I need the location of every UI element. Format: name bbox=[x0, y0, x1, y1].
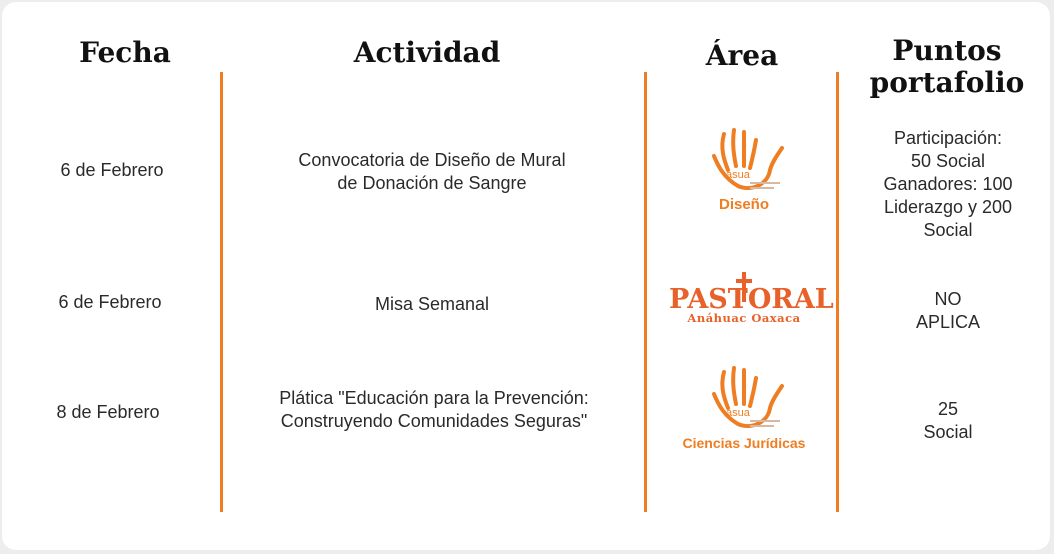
row2-puntos-line: APLICA bbox=[915, 312, 981, 332]
row1-actividad: Convocatoria de Diseño de Mural de Donac… bbox=[242, 149, 622, 195]
header-puntos-line1: Puntos bbox=[892, 34, 1002, 67]
header-area: Área bbox=[705, 39, 779, 72]
row2-area-logo: PASTORAL Anáhuac Oaxaca bbox=[669, 272, 834, 325]
row3-puntos: 25 Social bbox=[858, 398, 1038, 444]
row2-actividad-line1: Misa Semanal bbox=[374, 294, 490, 314]
row1-puntos-line: Social bbox=[923, 220, 973, 240]
row1-puntos-line: Participación: bbox=[893, 128, 1003, 148]
row1-area-logo: asua Diseño bbox=[674, 126, 814, 213]
column-divider bbox=[220, 72, 223, 512]
row3-puntos-line: 25 bbox=[937, 399, 959, 419]
asua-hand-icon: asua bbox=[712, 128, 784, 190]
row2-fecha: 6 de Febrero bbox=[58, 292, 162, 312]
asua-logo-text: asua bbox=[726, 407, 751, 419]
header-actividad: Actividad bbox=[353, 36, 501, 69]
row2-puntos: NO APLICA bbox=[858, 288, 1038, 334]
pastoral-subtitle: Anáhuac Oaxaca bbox=[687, 311, 801, 325]
cross-icon bbox=[736, 272, 752, 302]
row3-actividad-line1: Plática "Educación para la Prevención: bbox=[279, 388, 589, 408]
row3-actividad-line2: Construyendo Comunidades Seguras" bbox=[280, 411, 588, 431]
row1-actividad-line1: Convocatoria de Diseño de Mural bbox=[298, 150, 566, 170]
row2-actividad: Misa Semanal bbox=[242, 293, 622, 316]
row1-puntos-line: Liderazgo y 200 bbox=[883, 197, 1013, 217]
row3-area-label: Ciencias Jurídicas bbox=[682, 435, 806, 451]
schedule-card: Fecha Actividad Área Puntos portafolio 6… bbox=[2, 2, 1050, 550]
column-divider bbox=[836, 72, 839, 512]
row1-puntos-line: 50 Social bbox=[910, 151, 986, 171]
row1-puntos: Participación: 50 Social Ganadores: 100 … bbox=[858, 127, 1038, 242]
asua-logo-text: asua bbox=[726, 169, 751, 181]
row1-puntos-line: Ganadores: 100 bbox=[883, 174, 1013, 194]
column-divider bbox=[644, 72, 647, 512]
row3-fecha: 8 de Febrero bbox=[56, 402, 160, 422]
row2-puntos-line: NO bbox=[934, 289, 962, 309]
row1-actividad-line2: de Donación de Sangre bbox=[337, 173, 527, 193]
row3-puntos-line: Social bbox=[923, 422, 973, 442]
asua-hand-icon: asua bbox=[712, 366, 784, 428]
row1-fecha: 6 de Febrero bbox=[60, 160, 164, 180]
row3-area-logo: asua Ciencias Jurídicas bbox=[674, 364, 814, 451]
row3-actividad: Plática "Educación para la Prevención: C… bbox=[234, 387, 634, 433]
row1-area-label: Diseño bbox=[718, 196, 769, 213]
header-fecha: Fecha bbox=[79, 36, 171, 69]
header-puntos-line2: portafolio bbox=[869, 66, 1025, 100]
header-puntos: Puntos portafolio bbox=[857, 34, 1037, 100]
